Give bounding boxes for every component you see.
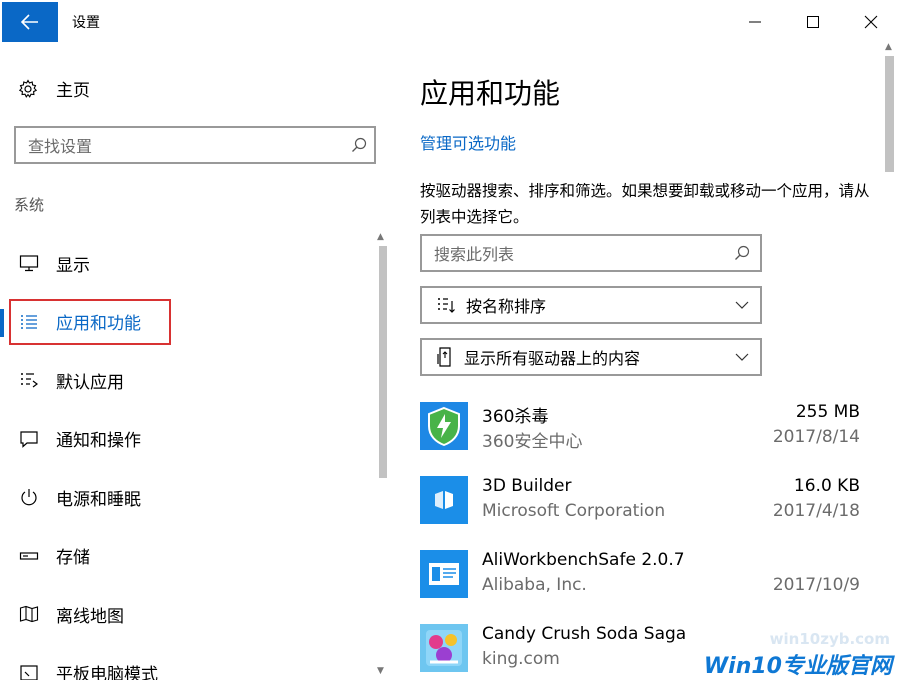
watermark-logo-text: Win10专业版官网 <box>703 654 892 679</box>
back-button[interactable] <box>2 2 58 42</box>
sidebar-item-power-sleep[interactable]: 电源和睡眠 <box>0 468 376 527</box>
sidebar-item-label: 默认应用 <box>56 372 124 393</box>
watermark: win10zyb.com Win10专业版官网 <box>700 618 900 680</box>
3d-builder-icon <box>420 476 468 524</box>
gear-icon <box>18 78 38 98</box>
sidebar-item-label: 离线地图 <box>56 606 124 627</box>
page-description: 按驱动器搜索、排序和筛选。如果想要卸载或移动一个应用，请从列表中选择它。 <box>420 182 870 226</box>
window-title: 设置 <box>72 15 100 31</box>
default-apps-icon <box>18 369 40 391</box>
sidebar-item-tablet-mode[interactable]: 平板电脑模式 <box>0 644 376 680</box>
maximize-button[interactable] <box>798 8 828 36</box>
section-heading: 系统 <box>14 196 45 214</box>
scroll-down-icon[interactable]: ▼ <box>377 666 384 676</box>
power-icon <box>18 486 40 508</box>
app-list-search-input[interactable]: 搜索此列表 <box>420 234 762 272</box>
drive-filter-label: 显示所有驱动器上的内容 <box>464 349 641 368</box>
sort-dropdown-label: 按名称排序 <box>466 297 547 316</box>
app-name: AliWorkbenchSafe 2.0.7 <box>482 550 685 570</box>
sidebar-item-label: 应用和功能 <box>56 314 141 335</box>
app-publisher: 360安全中心 <box>482 432 583 452</box>
sidebar-item-label: 电源和睡眠 <box>56 489 141 510</box>
app-publisher: king.com <box>482 649 560 669</box>
app-size: 255 MB <box>795 402 860 422</box>
home-nav-item[interactable]: 主页 <box>18 76 90 101</box>
storage-icon <box>18 545 40 567</box>
drive-filter-icon <box>437 347 451 367</box>
app-list-item[interactable]: 360杀毒 360安全中心 255 MB 2017/8/14 <box>420 398 860 472</box>
watermark-url: win10zyb.com <box>769 630 890 648</box>
search-icon <box>735 245 750 260</box>
title-bar: 设置 <box>0 0 900 44</box>
map-icon <box>18 603 40 625</box>
app-list-search-placeholder: 搜索此列表 <box>434 245 515 264</box>
sidebar-nav: 显示 应用和功能 默认应用 通知和操作 电源和睡眠 存储 离线地图 平板电脑模式 <box>0 234 376 680</box>
search-icon <box>352 137 367 152</box>
sidebar-item-storage[interactable]: 存储 <box>0 527 376 586</box>
apps-features-page: 应用和功能 管理可选功能 按驱动器搜索、排序和筛选。如果想要卸载或移动一个应用，… <box>392 42 900 680</box>
candy-crush-icon <box>420 624 468 672</box>
left-scrollbar-thumb[interactable] <box>379 246 387 478</box>
app-list-search-button[interactable] <box>724 245 760 261</box>
manage-optional-features-link[interactable]: 管理可选功能 <box>420 130 516 154</box>
scroll-up-icon[interactable]: ▲ <box>885 42 892 52</box>
right-scrollbar[interactable]: ▲ <box>882 42 898 680</box>
app-publisher: Alibaba, Inc. <box>482 575 587 595</box>
minimize-icon <box>749 21 761 23</box>
sidebar-item-notifications[interactable]: 通知和操作 <box>0 410 376 469</box>
app-list-item[interactable]: AliWorkbenchSafe 2.0.7 Alibaba, Inc. 201… <box>420 546 860 620</box>
home-label: 主页 <box>56 81 90 101</box>
apps-list-icon <box>18 311 40 333</box>
sidebar-item-label: 存储 <box>56 548 90 569</box>
settings-nav-pane: 主页 查找设置 系统 显示 应用和功能 默认应用 通知和操作 电源和睡眠 存储 … <box>0 44 392 680</box>
sidebar-item-default-apps[interactable]: 默认应用 <box>0 351 376 410</box>
app-name: 360杀毒 <box>482 407 549 427</box>
display-icon <box>18 252 40 274</box>
notification-icon <box>18 428 40 450</box>
app-install-date: 2017/10/9 <box>772 575 860 595</box>
app-size: 16.0 KB <box>793 476 860 496</box>
drive-filter-dropdown[interactable]: 显示所有驱动器上的内容 <box>420 338 762 376</box>
chevron-down-icon <box>724 353 760 361</box>
app-install-date: 2017/4/18 <box>772 501 860 521</box>
sidebar-item-offline-maps[interactable]: 离线地图 <box>0 585 376 644</box>
app-window-icon <box>420 550 468 598</box>
app-name: 3D Builder <box>482 476 572 496</box>
sidebar-item-label: 通知和操作 <box>56 431 141 452</box>
sort-icon <box>438 298 455 313</box>
scroll-up-icon[interactable]: ▲ <box>377 232 384 242</box>
app-install-date: 2017/8/14 <box>772 427 860 447</box>
minimize-button[interactable] <box>740 8 770 36</box>
sidebar-item-label: 显示 <box>56 255 90 276</box>
left-scrollbar[interactable]: ▲ ▼ <box>376 232 390 680</box>
sort-dropdown[interactable]: 按名称排序 <box>420 286 762 324</box>
app-name: Candy Crush Soda Saga <box>482 624 687 644</box>
app-publisher: Microsoft Corporation <box>482 501 666 521</box>
close-icon <box>864 15 878 29</box>
maximize-icon <box>807 16 819 28</box>
app-list-item[interactable]: 3D Builder Microsoft Corporation 16.0 KB… <box>420 472 860 546</box>
shield-icon <box>420 402 468 450</box>
back-arrow-icon <box>21 14 38 30</box>
page-title: 应用和功能 <box>420 77 561 110</box>
chevron-down-icon <box>724 301 760 309</box>
sidebar-item-display[interactable]: 显示 <box>0 234 376 293</box>
settings-search-placeholder: 查找设置 <box>28 137 93 156</box>
sidebar-item-apps-features[interactable]: 应用和功能 <box>0 293 376 352</box>
close-button[interactable] <box>856 8 886 36</box>
settings-search-input[interactable]: 查找设置 <box>14 126 376 164</box>
sidebar-item-label: 平板电脑模式 <box>56 665 158 680</box>
tablet-icon <box>18 662 40 680</box>
search-button[interactable] <box>344 137 374 153</box>
right-scrollbar-thumb[interactable] <box>885 56 894 172</box>
